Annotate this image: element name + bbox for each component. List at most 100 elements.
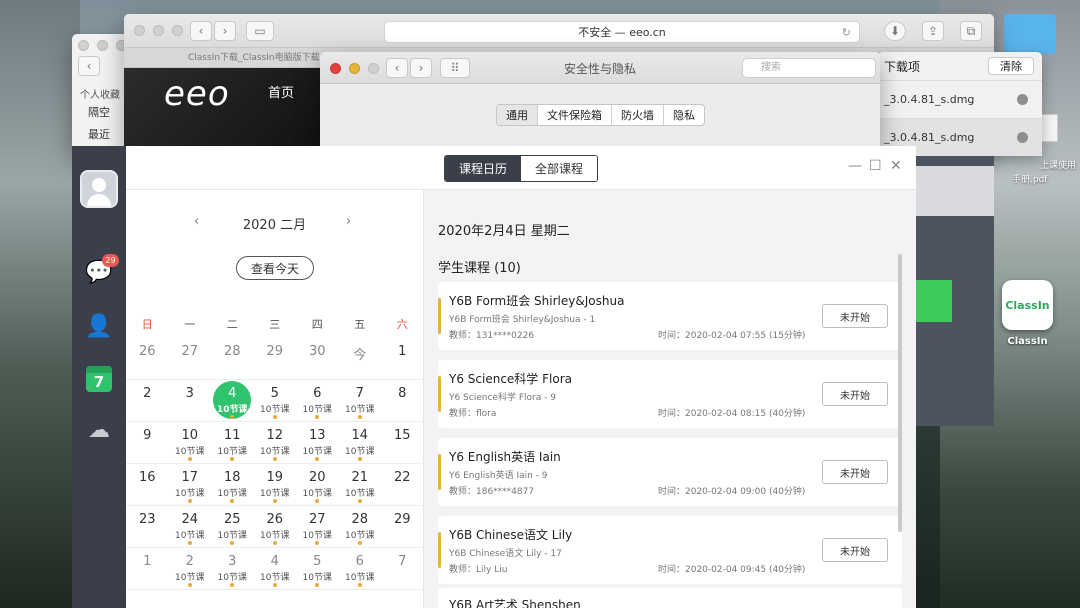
lesson-dot-icon (315, 499, 319, 503)
lesson-dot-icon (272, 499, 277, 503)
calendar-day[interactable]: 6 10节课 (339, 548, 382, 590)
tab-general[interactable]: 通用 (497, 105, 538, 125)
reveal-in-finder-icon[interactable] (1017, 94, 1028, 105)
calendar-day[interactable]: 13 10节课 (296, 422, 339, 464)
calendar-day[interactable]: 19 10节课 (254, 464, 297, 506)
close-icon[interactable]: ✕ (890, 158, 902, 174)
calendar-day[interactable]: 11 10节课 (211, 422, 254, 464)
calendar-day[interactable]: 20 10节课 (296, 464, 339, 506)
calendar-day[interactable]: 8 (381, 380, 424, 422)
course-time: 时间：2020-02-04 08:15 (40分钟) (658, 409, 806, 419)
safari-address-bar[interactable]: 不安全 — eeo.cn ↻ (384, 21, 860, 43)
calendar-day[interactable]: 16 (126, 464, 169, 506)
finder-back-button[interactable]: ‹ (78, 56, 100, 76)
prefs-search-field[interactable]: 搜索 (742, 58, 876, 78)
calendar-day[interactable]: 3 10节课 (211, 548, 254, 590)
calendar-day[interactable]: 14 10节课 (339, 422, 382, 464)
course-status-button[interactable]: 未开始 (822, 304, 888, 328)
cloud-drive-icon[interactable]: ☁ (85, 416, 113, 444)
course-status-button[interactable]: 未开始 (822, 382, 888, 406)
tab-filevault[interactable]: 文件保险箱 (538, 105, 612, 125)
calendar-day[interactable]: 27 10节课 (296, 506, 339, 548)
minimize-icon[interactable]: — (848, 158, 862, 174)
course-card[interactable]: Y6B Art艺术 Shenshen (438, 588, 902, 608)
messages-badge: 29 (102, 254, 119, 267)
course-list-scrollbar[interactable] (898, 254, 902, 532)
tabs-overview-icon[interactable]: ⧉ (960, 21, 982, 41)
user-avatar[interactable] (80, 170, 118, 208)
background-window-panel (916, 166, 994, 216)
share-icon[interactable]: ⇪ (922, 21, 944, 41)
calendar-day[interactable]: 7 (381, 548, 424, 590)
course-card[interactable]: Y6 Science科学 Flora Y6 Science科学 Flora - … (438, 360, 902, 428)
calendar-day[interactable]: 22 (381, 464, 424, 506)
calendar-day[interactable]: 10 10节课 (169, 422, 212, 464)
calendar-day-selected[interactable]: 4 10节课 (211, 380, 254, 422)
calendar-day[interactable]: 28 (211, 338, 254, 380)
classin-app-icon[interactable]: ClassIn (1002, 280, 1053, 330)
calendar-day[interactable]: 15 (381, 422, 424, 464)
tab-privacy[interactable]: 隐私 (664, 105, 704, 125)
course-status-button[interactable]: 未开始 (822, 538, 888, 562)
calendar-day[interactable]: 7 10节课 (339, 380, 382, 422)
calendar-day[interactable]: 21 10节课 (339, 464, 382, 506)
calendar-day[interactable]: 今 (339, 338, 382, 380)
calendar-day[interactable]: 29 (254, 338, 297, 380)
course-status-button[interactable]: 未开始 (822, 460, 888, 484)
calendar-day[interactable]: 5 10节课 (254, 380, 297, 422)
calendar-day[interactable]: 6 10节课 (296, 380, 339, 422)
tab-course-calendar[interactable]: 课程日历 (445, 156, 522, 181)
finder-window: ‹ 个人收藏 隔空 最近 (72, 34, 132, 154)
calendar-day[interactable]: 30 (296, 338, 339, 380)
day-lesson-count: 10节课 (260, 489, 290, 499)
reload-icon[interactable]: ↻ (842, 26, 851, 39)
tab-firewall[interactable]: 防火墙 (612, 105, 664, 125)
download-item[interactable]: _3.0.4.81_s.dmg (878, 80, 1042, 118)
day-number: 今 (353, 348, 367, 363)
downloads-icon[interactable]: ⬇ (884, 21, 906, 41)
calendar-day[interactable]: 24 10节课 (169, 506, 212, 548)
calendar-day[interactable]: 26 (126, 338, 169, 380)
safari-forward-button[interactable]: › (214, 21, 236, 41)
calendar-day[interactable]: 23 (126, 506, 169, 548)
calendar-day[interactable]: 28 10节课 (339, 506, 382, 548)
course-card[interactable]: Y6B Form班会 Shirley&Joshua Y6B Form班会 Shi… (438, 282, 902, 350)
maximize-icon[interactable]: ☐ (869, 158, 882, 174)
calendar-day[interactable]: 29 (381, 506, 424, 548)
address-text: 不安全 — eeo.cn (578, 26, 666, 39)
desktop-folder-icon[interactable] (1004, 14, 1056, 54)
calendar-day[interactable]: 5 10节课 (296, 548, 339, 590)
finder-sidebar-item-recents[interactable]: 最近 (88, 126, 110, 142)
calendar-day[interactable]: 9 (126, 422, 169, 464)
finder-sidebar-item-airdrop[interactable]: 隔空 (88, 104, 110, 120)
course-card[interactable]: Y6B Chinese语文 Lily Y6B Chinese语文 Lily - … (438, 516, 902, 584)
calendar-day[interactable]: 2 (126, 380, 169, 422)
calendar-day[interactable]: 4 10节课 (254, 548, 297, 590)
calendar-day[interactable]: 2 10节课 (169, 548, 212, 590)
view-today-button[interactable]: 查看今天 (236, 256, 314, 280)
contacts-icon[interactable]: 👤 (85, 312, 113, 340)
day-lesson-count: 10节课 (216, 405, 248, 415)
safari-back-button[interactable]: ‹ (190, 21, 212, 41)
course-list-panel: 2020年2月4日 星期二 学生课程 (10) Y6B Form班会 Shirl… (424, 190, 916, 608)
lesson-dot-icon (357, 457, 362, 461)
clear-downloads-button[interactable]: 清除 (988, 57, 1034, 75)
calendar-day[interactable]: 1 (126, 548, 169, 590)
calendar-day[interactable]: 1 (381, 338, 424, 380)
sidebar-toggle-icon[interactable]: ▭ (246, 21, 274, 41)
course-card[interactable]: Y6 English英语 Iain Y6 English英语 Iain - 9 … (438, 438, 902, 506)
calendar-day[interactable]: 18 10节课 (211, 464, 254, 506)
calendar-day[interactable]: 17 10节课 (169, 464, 212, 506)
calendar-icon[interactable]: 7 (86, 366, 112, 392)
day-lesson-count: 10节课 (260, 405, 290, 415)
reveal-in-finder-icon[interactable] (1017, 132, 1028, 143)
calendar-day[interactable]: 12 10节课 (254, 422, 297, 464)
tab-all-courses[interactable]: 全部课程 (521, 156, 598, 181)
calendar-day[interactable]: 26 10节课 (254, 506, 297, 548)
calendar-day[interactable]: 27 (169, 338, 212, 380)
home-nav-link[interactable]: 首页 (268, 82, 294, 101)
calendar-day[interactable]: 25 10节课 (211, 506, 254, 548)
day-lesson-count: 10节课 (345, 573, 375, 583)
calendar-day[interactable]: 3 (169, 380, 212, 422)
next-month-icon[interactable]: › (346, 214, 351, 229)
